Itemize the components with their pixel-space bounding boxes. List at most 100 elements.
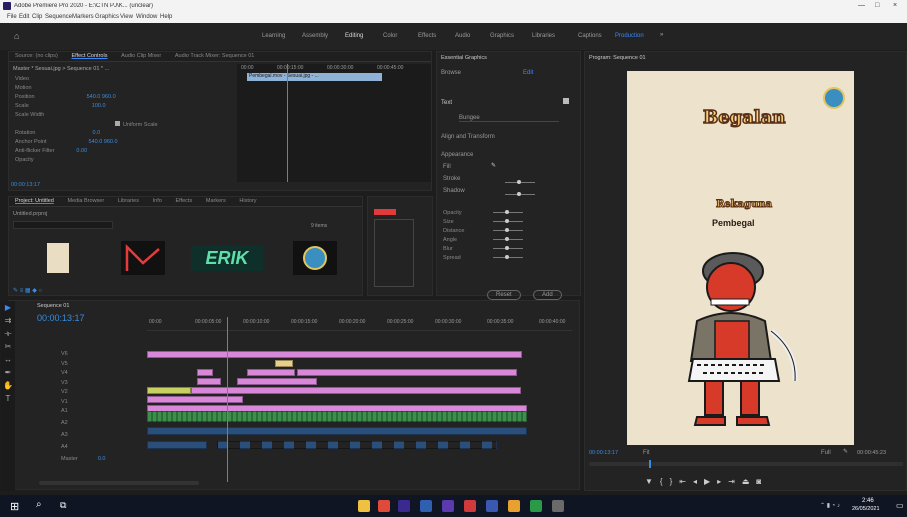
clock-date[interactable]: 26/05/2021 (852, 506, 880, 512)
property-anti-flicker[interactable]: Anti-flicker Filter 0.00 (9, 148, 235, 157)
eg-shadow-label[interactable]: Shadow (443, 188, 465, 194)
track-v2[interactable]: V2 (55, 389, 145, 399)
property-position[interactable]: Position 540.0 960.0 (9, 94, 235, 103)
tab-libraries[interactable]: Libraries (112, 197, 145, 205)
lift-icon[interactable]: ⏏ (742, 477, 757, 486)
property-rotation[interactable]: Rotation 0.0 (9, 130, 235, 139)
tab-markers[interactable]: Markers (200, 197, 232, 205)
workspace-color[interactable]: Color (383, 33, 397, 39)
workspace-libraries[interactable]: Libraries (532, 33, 555, 39)
property-scale[interactable]: Scale 100.0 (9, 103, 235, 112)
eg-slider-opacity[interactable]: Opacity (443, 210, 578, 219)
anchor-value[interactable]: 540.0 960.0 (89, 139, 118, 145)
workspace-graphics[interactable]: Graphics (490, 33, 514, 39)
clip-v1-a[interactable] (147, 396, 243, 403)
eg-shadow-slider[interactable] (505, 191, 535, 198)
tab-history[interactable]: History (233, 197, 262, 205)
tray-icons[interactable]: ⌃ ▮ ◔ ♪ (820, 502, 840, 509)
program-scrub-bar[interactable] (589, 460, 903, 468)
taskbar-app-icon-5[interactable] (442, 500, 454, 512)
close-button[interactable]: × (893, 2, 897, 9)
track-a4[interactable]: A4 (55, 444, 145, 456)
workspace-effects[interactable]: Effects (418, 33, 436, 39)
program-scrub-head[interactable] (649, 460, 651, 468)
eg-font-dropdown[interactable]: Bungee (459, 115, 559, 122)
tab-effect-controls[interactable]: Effect Controls (65, 52, 113, 60)
step-forward-icon[interactable]: ▸ (717, 477, 728, 486)
workspace-learning[interactable]: Learning (262, 33, 285, 39)
clip-a2[interactable] (147, 427, 527, 435)
anti-flicker-value[interactable]: 0.00 (76, 148, 87, 154)
menu-markers[interactable]: Markers (72, 14, 94, 20)
tab-source[interactable]: Source: (no clips) (9, 52, 64, 60)
workspace-editing[interactable]: Editing (345, 33, 363, 39)
track-master[interactable]: Master 0.0 (55, 456, 145, 465)
track-v6[interactable]: V6 (55, 351, 145, 361)
menu-help[interactable]: Help (160, 14, 172, 20)
track-v4[interactable]: V4 (55, 370, 145, 380)
position-value[interactable]: 540.0 960.0 (87, 94, 116, 100)
menu-graphics[interactable]: Graphics (95, 14, 119, 20)
master-value[interactable]: 0.0 (98, 456, 106, 462)
project-search-input[interactable] (13, 221, 113, 229)
mark-in-icon[interactable]: { (660, 477, 670, 486)
uniform-scale-checkbox[interactable] (115, 121, 120, 126)
tab-project[interactable]: Project: Untitled (9, 197, 60, 205)
notification-icon[interactable]: ▭ (896, 501, 904, 510)
effect-controls-timecode[interactable]: 00:00:13:17 (11, 182, 40, 188)
clip-v6-long[interactable] (147, 351, 522, 358)
clip-v4-a[interactable] (247, 369, 295, 376)
maximize-button[interactable]: □ (875, 2, 879, 9)
program-timecode[interactable]: 00:00:13:17 (589, 450, 618, 456)
ripple-edit-icon[interactable]: ⟛ (1, 327, 15, 340)
eg-stroke-slider[interactable] (505, 179, 535, 186)
tab-audio-track-mixer[interactable]: Audio Track Mixer: Sequence 01 (169, 52, 261, 60)
slip-tool-icon[interactable]: ↔ (1, 353, 15, 366)
mini-playhead[interactable] (287, 64, 288, 182)
program-canvas[interactable]: Begalan Rekaguna Pembegal (627, 71, 854, 445)
property-motion[interactable]: Motion (9, 85, 235, 94)
search-icon[interactable]: ⌕ (36, 499, 42, 510)
tab-effects[interactable]: Effects (169, 197, 198, 205)
eg-slider-angle[interactable]: Angle (443, 237, 578, 246)
eg-slider-spread[interactable]: Spread (443, 255, 578, 264)
thumb-paper[interactable] (47, 243, 69, 273)
wrench-icon[interactable]: ✎ (843, 448, 848, 455)
track-a1[interactable]: A1 (55, 408, 145, 420)
menu-sequence[interactable]: Sequence (45, 14, 72, 20)
go-to-out-icon[interactable]: ⇥ (728, 477, 742, 486)
taskbar-premiere-icon[interactable] (398, 500, 410, 512)
track-v5[interactable]: V5 (55, 361, 145, 371)
track-a3[interactable]: A3 (55, 432, 145, 444)
taskbar-app-icon-7[interactable] (486, 500, 498, 512)
clip-v5-b[interactable] (197, 369, 213, 376)
clock-time[interactable]: 2:46 (862, 498, 874, 504)
clip-v3-b[interactable] (237, 378, 317, 385)
tab-audio-clip-mixer[interactable]: Audio Clip Mixer (115, 52, 167, 60)
mark-out-icon[interactable]: } (670, 477, 680, 486)
program-fit-dropdown[interactable]: Fit (643, 450, 650, 456)
razor-tool-icon[interactable]: ✂ (1, 340, 15, 353)
property-opacity[interactable]: Opacity (9, 157, 235, 166)
scale-value[interactable]: 100.0 (92, 103, 106, 109)
track-v1[interactable]: V1 (55, 399, 145, 409)
workspace-more-icon[interactable]: » (660, 32, 663, 38)
eg-reset-button[interactable]: Reset (487, 290, 521, 300)
timeline-playhead[interactable] (227, 317, 228, 482)
taskbar-app-icon-4[interactable] (420, 500, 432, 512)
program-full-dropdown[interactable]: Full (821, 450, 831, 456)
eg-fill-label[interactable]: Fill (443, 164, 451, 170)
eg-tab-browse[interactable]: Browse (441, 70, 461, 76)
step-back-icon[interactable]: ◂ (693, 477, 704, 486)
tab-info[interactable]: Info (147, 197, 168, 205)
menu-view[interactable]: View (120, 14, 133, 20)
clip-v4-b[interactable] (297, 369, 517, 376)
menu-edit[interactable]: Edit (19, 14, 29, 20)
export-frame-icon[interactable]: ◙ (756, 477, 768, 486)
clip-a1[interactable] (147, 411, 527, 422)
timeline-tab[interactable]: Sequence 01 (37, 303, 69, 309)
track-select-icon[interactable]: ⇉ (1, 314, 15, 327)
eg-slider-distance[interactable]: Distance (443, 228, 578, 237)
rotation-value[interactable]: 0.0 (93, 130, 101, 136)
tab-media-browser[interactable]: Media Browser (62, 197, 111, 205)
